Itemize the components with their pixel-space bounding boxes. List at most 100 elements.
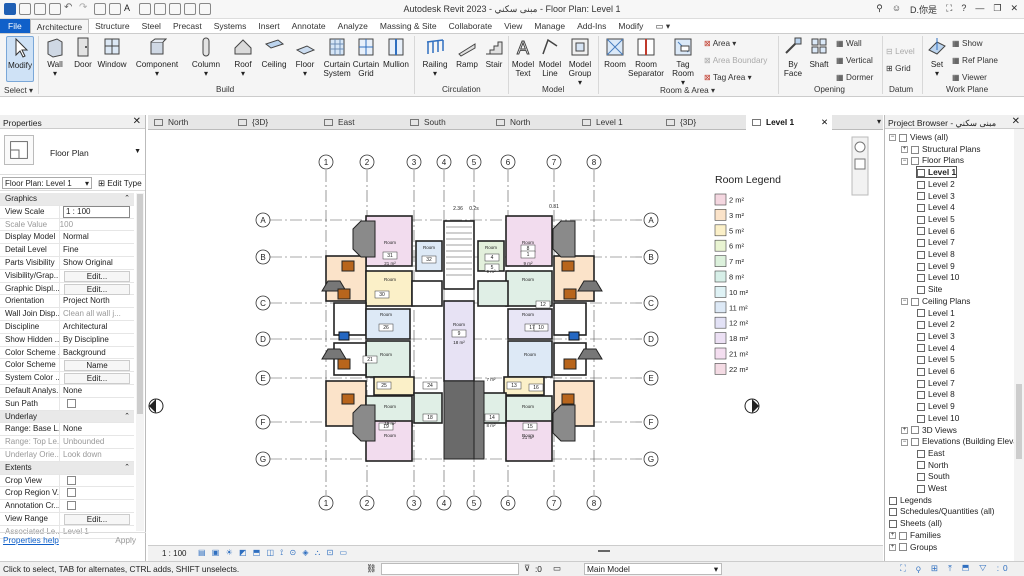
ceiling-plan-level-2[interactable]: Level 2 <box>917 319 955 329</box>
grid-button[interactable]: ⊞ Grid <box>886 63 911 73</box>
expand-toggle-icon[interactable]: + <box>901 146 908 153</box>
floor-plan-level-8[interactable]: Level 8 <box>917 249 955 259</box>
apply-button[interactable]: Apply <box>115 535 136 545</box>
wall-button[interactable]: Wall ▾ <box>42 36 68 78</box>
tab-file[interactable]: File <box>0 19 30 33</box>
properties-section[interactable]: Graphics ⌃ <box>0 193 134 206</box>
view-tab-level-1-active[interactable]: Level 1 ✕ <box>746 115 832 130</box>
property-value[interactable]: Normal <box>60 231 134 243</box>
type-dropdown-icon[interactable]: ▼ <box>134 148 141 155</box>
tab-analyze[interactable]: Analyze <box>332 19 374 33</box>
wall-opening-button[interactable]: ▦ Wall <box>836 38 862 48</box>
ceiling-plan-level-1[interactable]: Level 1 <box>917 308 955 318</box>
ribbon-options-icon[interactable]: ▭ ▾ <box>649 19 676 33</box>
selection-toggle-icons[interactable]: ⛶ ⚲ ⊞ ⤒ ⬒ ▽ :0 <box>900 563 1012 574</box>
ceiling-plan-level-6[interactable]: Level 6 <box>917 366 955 376</box>
expand-toggle-icon[interactable]: + <box>901 426 908 434</box>
property-value[interactable]: Clean all wall j... <box>60 308 134 320</box>
schedules-node[interactable]: Schedules/Quantities (all) <box>889 506 995 516</box>
close-view-icon[interactable]: ✕ <box>821 115 828 130</box>
properties-scrollbar[interactable] <box>136 193 144 531</box>
properties-help-link[interactable]: Properties help <box>3 535 59 545</box>
families-node[interactable]: + Families <box>889 530 941 540</box>
curtain-system-button[interactable]: Curtain System <box>322 36 352 78</box>
view-control-icons[interactable]: ▤ ▣ ☀ ◩ ⬒ ◫ ⟟ ⊙ ◈ ⛬ ⊡ ▭ <box>198 548 349 558</box>
property-value[interactable]: 1:100 <box>60 219 134 231</box>
tag-area-button[interactable]: ⊠ Tag Area ▾ <box>704 72 752 82</box>
property-value[interactable]: None <box>60 385 134 397</box>
by-face-button[interactable]: By Face <box>781 36 805 78</box>
ceiling-button[interactable]: Ceiling <box>260 36 288 69</box>
views-all-node[interactable]: − Views (all) <box>889 132 948 142</box>
ceiling-plan-level-8[interactable]: Level 8 <box>917 389 955 399</box>
vertical-opening-button[interactable]: ▦ Vertical <box>836 55 873 65</box>
view-scale-label[interactable]: 1 : 100 <box>162 549 186 558</box>
area-boundary-button[interactable]: ⊠ Area Boundary <box>704 55 767 65</box>
tab-annotate[interactable]: Annotate <box>286 19 332 33</box>
collapse-section-icon[interactable]: ⌃ <box>124 411 130 423</box>
property-checkbox[interactable] <box>67 398 76 408</box>
floor-plan-level-7[interactable]: Level 7 <box>917 237 955 247</box>
workset-dropdown[interactable] <box>381 563 519 575</box>
property-edit-button[interactable]: Edit... <box>64 373 130 385</box>
tab-massing-site[interactable]: Massing & Site <box>374 19 443 33</box>
property-value[interactable]: Fine <box>60 244 134 256</box>
room-button[interactable]: Room <box>602 36 628 69</box>
property-value[interactable]: Unbounded <box>60 436 134 448</box>
collapse-section-icon[interactable]: ⌃ <box>124 193 130 205</box>
tab-modify[interactable]: Modify <box>612 19 649 33</box>
component-button[interactable]: Component ▾ <box>134 36 180 78</box>
expand-toggle-icon[interactable]: − <box>901 298 908 306</box>
elevation-west[interactable]: West <box>917 483 947 493</box>
floor-plan-level-5[interactable]: Level 5 <box>917 214 955 224</box>
ceiling-plan-level-3[interactable]: Level 3 <box>917 331 955 341</box>
tab-insert[interactable]: Insert <box>252 19 285 33</box>
view-tab-north-1[interactable]: North <box>148 115 230 130</box>
column-button[interactable]: Column ▾ <box>190 36 222 78</box>
help-icon[interactable]: ? <box>961 3 966 16</box>
room-separator-button[interactable]: Room Separator <box>628 36 664 78</box>
filter-icon[interactable]: ⊽ <box>524 563 530 573</box>
3d-views-node[interactable]: +3D Views <box>901 425 957 435</box>
model-line-button[interactable]: Model Line <box>537 36 563 78</box>
close-browser-icon[interactable]: ✕ <box>1012 116 1020 127</box>
worksets-icon[interactable]: ⛓ <box>366 563 377 574</box>
property-value[interactable]: None <box>60 423 134 435</box>
group-select[interactable]: Select ▾ <box>4 85 33 95</box>
expand-toggle-icon[interactable]: + <box>889 532 896 540</box>
property-value[interactable]: By Discipline <box>60 334 134 346</box>
property-value[interactable]: Background <box>60 347 134 359</box>
floor-plan-level-10[interactable]: Level 10 <box>917 272 959 282</box>
expand-toggle-icon[interactable]: + <box>889 543 896 551</box>
group-room-area[interactable]: Room & Area ▾ <box>660 85 715 95</box>
expand-toggle-icon[interactable]: − <box>889 134 896 142</box>
floor-plans-node[interactable]: − Floor Plans <box>901 155 964 165</box>
property-checkbox[interactable] <box>67 488 76 498</box>
floor-button[interactable]: Floor ▾ <box>292 36 318 78</box>
user-icon[interactable]: ☺ <box>892 3 901 16</box>
tab-steel[interactable]: Steel <box>136 19 167 33</box>
property-checkbox[interactable] <box>67 501 76 511</box>
elevation-east[interactable]: East <box>917 448 945 458</box>
property-value[interactable]: Project North <box>60 295 134 307</box>
tab-precast[interactable]: Precast <box>167 19 208 33</box>
floor-plan-level-4[interactable]: Level 4 <box>917 202 955 212</box>
dormer-button[interactable]: ▦ Dormer <box>836 72 873 82</box>
property-edit-button[interactable]: Edit... <box>64 270 130 282</box>
elevation-north[interactable]: North <box>917 460 948 470</box>
drawing-canvas[interactable]: 1 1 2 2 3 3 4 4 5 5 6 6 7 7 8 8 A A B B C C D D E E F F G G 2.36 0.2s 0.… <box>148 131 878 545</box>
minimize-icon[interactable]: — <box>975 3 984 16</box>
properties-section[interactable]: Underlay ⌃ <box>0 410 134 424</box>
property-edit-button[interactable]: Edit... <box>64 283 130 295</box>
mullion-button[interactable]: Mullion <box>381 36 411 69</box>
sheets-node[interactable]: Sheets (all) <box>889 518 942 528</box>
tab-systems[interactable]: Systems <box>208 19 253 33</box>
user-name[interactable]: D.你是 <box>910 3 937 16</box>
type-selector[interactable]: Floor Plan ▼ <box>0 129 145 175</box>
close-properties-icon[interactable]: ✕ <box>133 116 141 127</box>
canvas-hscroll[interactable] <box>598 550 610 552</box>
tab-structure[interactable]: Structure <box>89 19 136 33</box>
floor-plan-drawing[interactable]: 1122334455667788A AB BC CD DE EF FG G2.36 0.2s 0.… <box>148 131 878 545</box>
ramp-button[interactable]: Ramp <box>454 36 480 69</box>
viewer-button[interactable]: ▦ Viewer <box>952 72 987 82</box>
